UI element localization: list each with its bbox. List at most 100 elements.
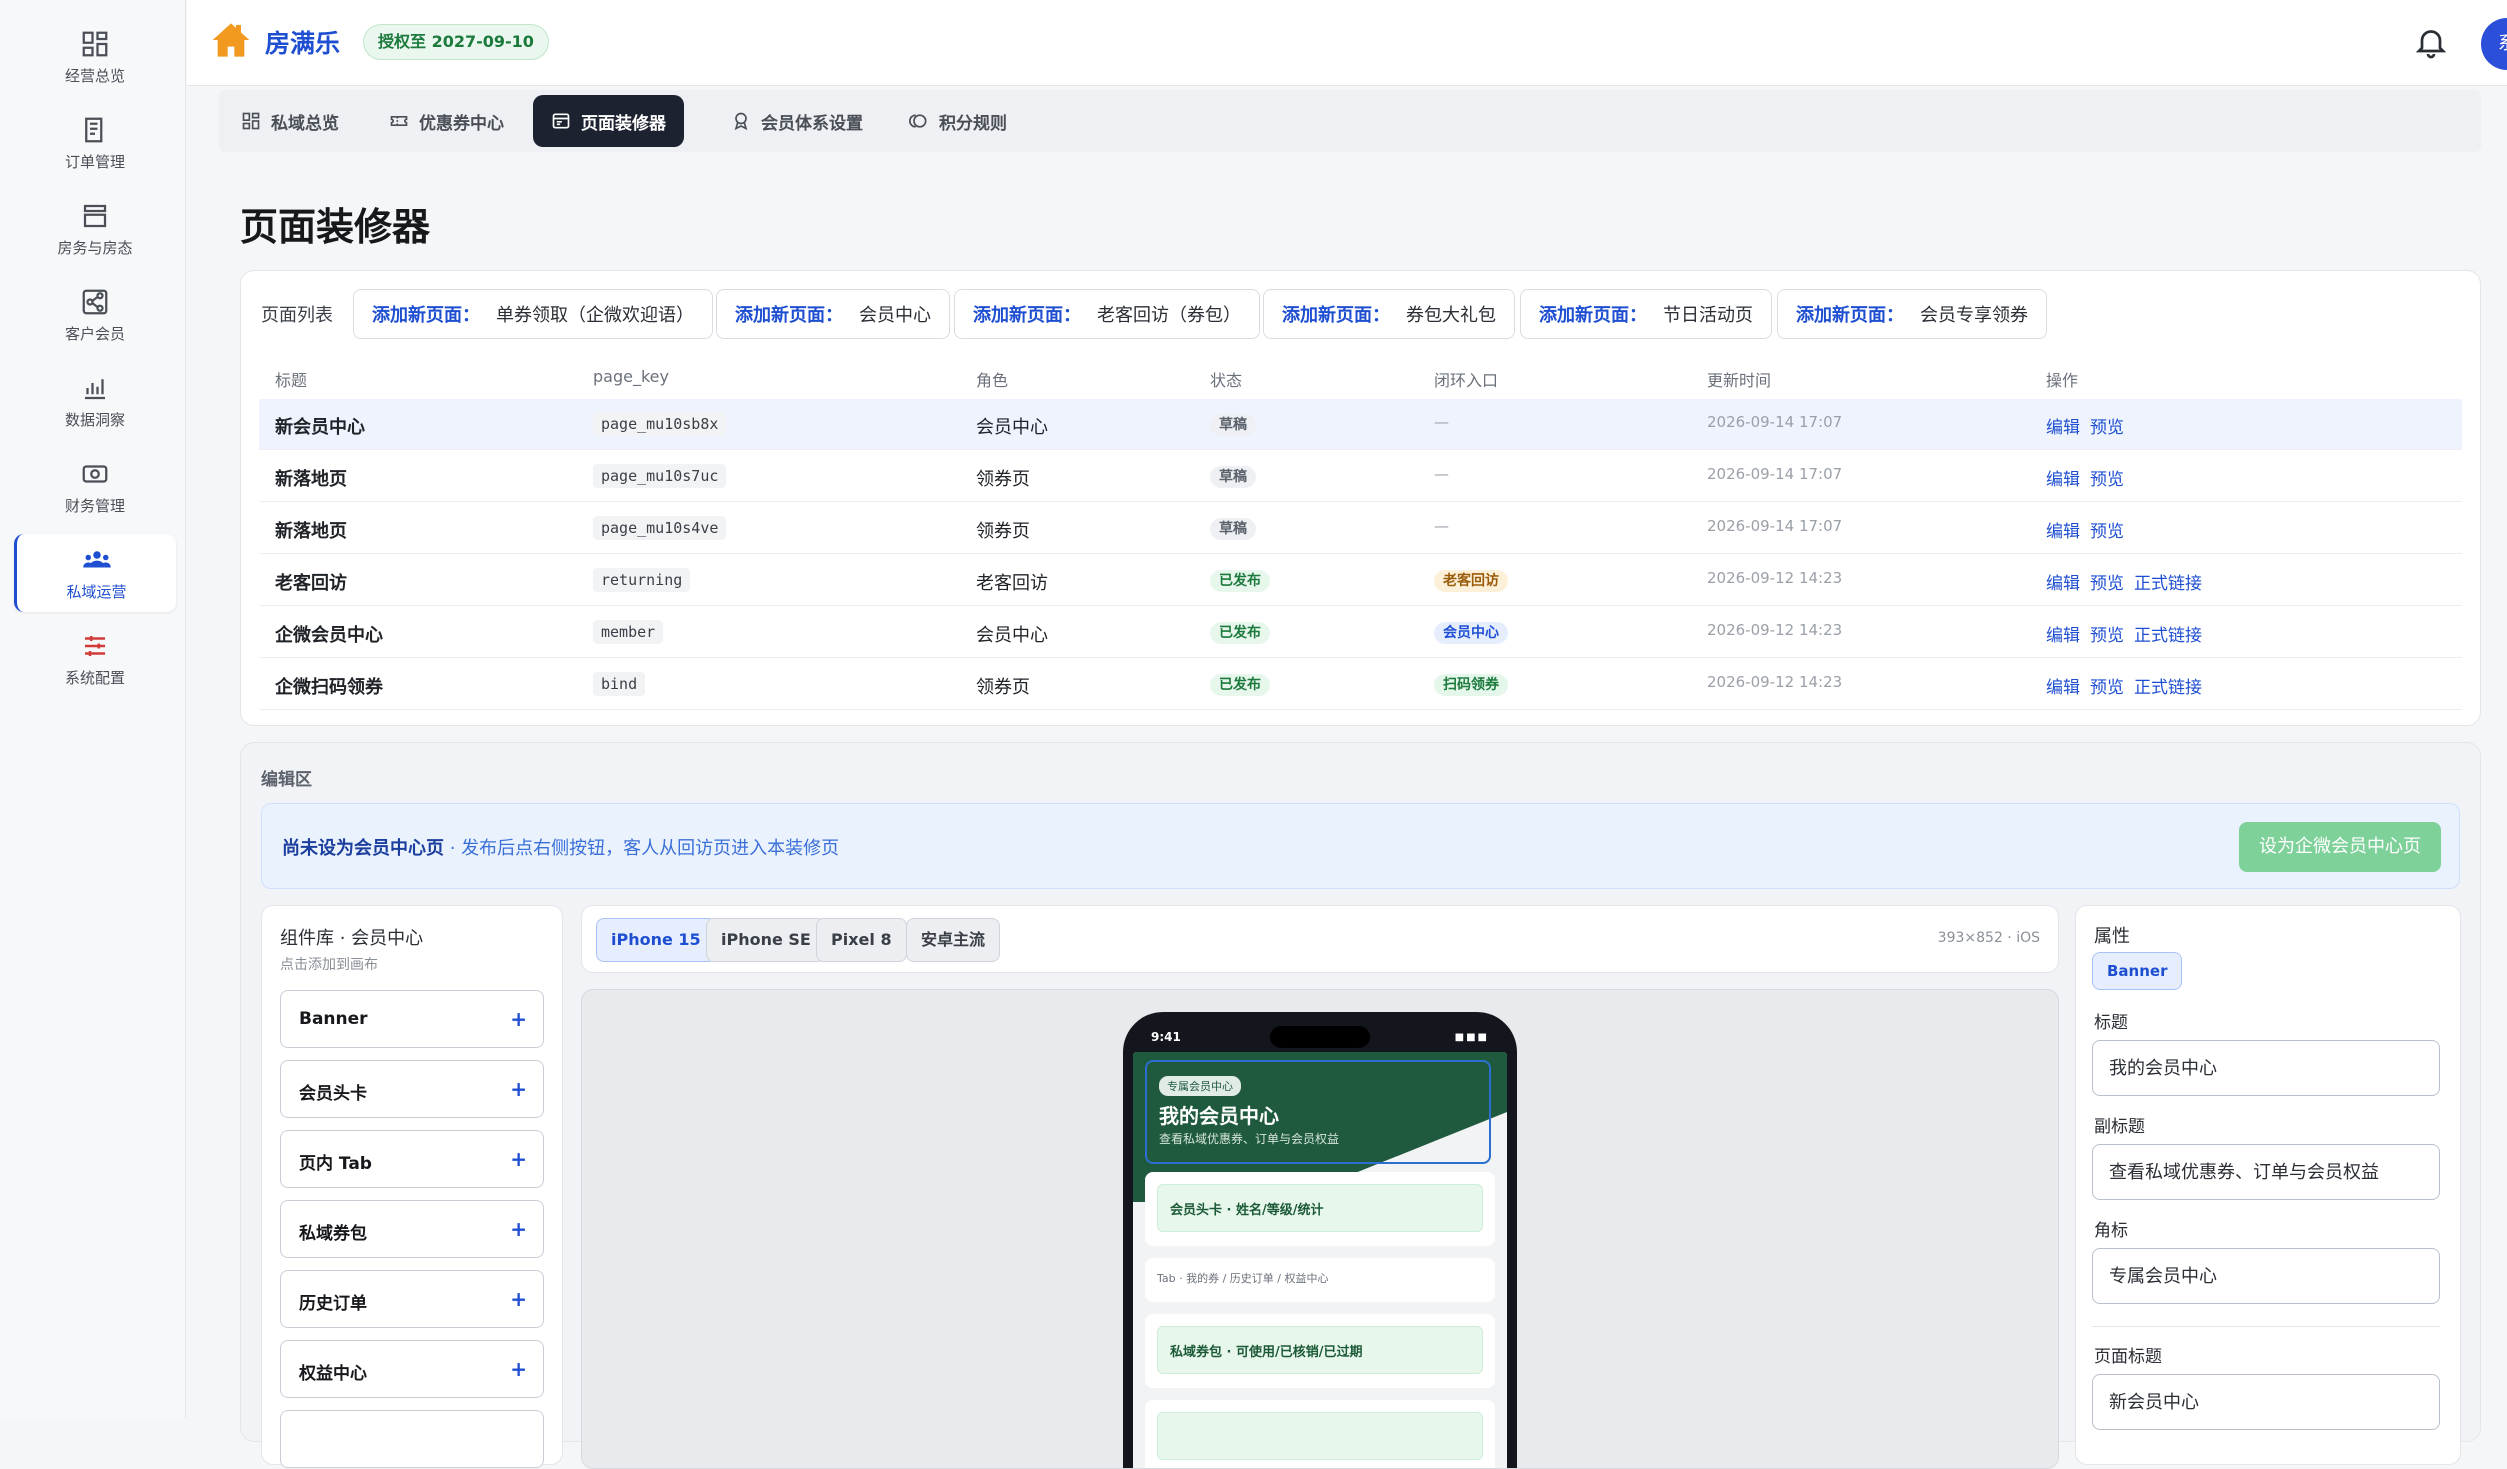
avatar[interactable]: 系: [2481, 18, 2507, 70]
page-title-input[interactable]: 新会员中心: [2092, 1374, 2440, 1430]
tab-member-system[interactable]: 会员体系设置: [713, 95, 881, 147]
preview-link[interactable]: 预览: [2090, 574, 2124, 594]
coupon-pack-block[interactable]: 私域券包 · 可使用/已核销/已过期: [1145, 1314, 1495, 1388]
left-rail: 经营总览 订单管理 房务与房态 客户会员 数据洞察 财务管理 私域运营 系统配置: [0, 0, 186, 1418]
row-time: 2026-09-12 14:23: [1707, 569, 1843, 587]
preview-link[interactable]: 预览: [2090, 522, 2124, 542]
next-block-inner: [1157, 1412, 1483, 1460]
tab-coupon-center[interactable]: 优惠券中心: [371, 95, 522, 147]
official-link[interactable]: 正式链接: [2134, 574, 2202, 594]
row-page-key: page_mu10s4ve: [593, 516, 727, 540]
rail-item-customers[interactable]: 客户会员: [14, 276, 176, 354]
subtitle-input[interactable]: 查看私域优惠券、订单与会员权益: [2092, 1144, 2440, 1200]
edit-link[interactable]: 编辑: [2046, 470, 2080, 490]
plus-icon[interactable]: +: [510, 1077, 527, 1101]
table-row[interactable]: 老客回访 returning 老客回访 已发布 老客回访 2026-09-12 …: [259, 555, 2462, 606]
table-row[interactable]: 新落地页 page_mu10s4ve 领券页 草稿 — 2026-09-14 1…: [259, 503, 2462, 554]
official-link[interactable]: 正式链接: [2134, 626, 2202, 646]
add-page-button[interactable]: 添加新页面： 节日活动页: [1520, 289, 1772, 339]
status-badge: 已发布: [1210, 622, 1270, 644]
page-list-label: 页面列表: [261, 305, 333, 326]
preview-link[interactable]: 预览: [2090, 678, 2124, 698]
corner-input[interactable]: 专属会员中心: [2092, 1248, 2440, 1304]
preview-link[interactable]: 预览: [2090, 418, 2124, 438]
rail-item-private-ops[interactable]: 私域运营: [14, 534, 176, 612]
license-badge: 授权至 2027-09-10: [363, 24, 549, 60]
tab-label: 私域总览: [271, 113, 339, 134]
plus-icon[interactable]: +: [510, 1147, 527, 1171]
set-member-center-button[interactable]: 设为企微会员中心页: [2239, 822, 2441, 872]
edit-link[interactable]: 编辑: [2046, 574, 2080, 594]
add-page-key: 添加新页面：: [372, 305, 480, 326]
money-icon: [82, 464, 108, 483]
bell-icon[interactable]: [2413, 24, 2449, 60]
title-input[interactable]: 我的会员中心: [2092, 1040, 2440, 1096]
status-badge: 草稿: [1210, 518, 1256, 540]
rail-label: 数据洞察: [64, 410, 125, 429]
component-item[interactable]: 会员头卡 +: [280, 1060, 544, 1118]
room-icon: [83, 204, 107, 227]
table-row[interactable]: 新落地页 page_mu10s7uc 领券页 草稿 — 2026-09-14 1…: [259, 451, 2462, 502]
device-android[interactable]: 安卓主流: [906, 918, 1001, 962]
component-item[interactable]: 私域券包 +: [280, 1200, 544, 1258]
plus-icon[interactable]: +: [510, 1357, 527, 1381]
tab-points-rules[interactable]: 积分规则: [891, 95, 1025, 147]
add-page-key: 添加新页面：: [1796, 305, 1904, 326]
member-card-block[interactable]: 会员头卡 · 姓名/等级/统计: [1145, 1172, 1495, 1246]
add-page-key: 添加新页面：: [1539, 305, 1647, 326]
tab-block[interactable]: Tab · 我的券 / 历史订单 / 权益中心: [1145, 1258, 1495, 1302]
device-iphone-15[interactable]: iPhone 15: [596, 918, 716, 962]
add-page-button[interactable]: 添加新页面： 券包大礼包: [1263, 289, 1515, 339]
add-page-button[interactable]: 添加新页面： 会员中心: [716, 289, 950, 339]
device-iphone-se[interactable]: iPhone SE: [706, 918, 826, 962]
coin-icon: [909, 114, 927, 128]
edit-link[interactable]: 编辑: [2046, 678, 2080, 698]
edit-link[interactable]: 编辑: [2046, 418, 2080, 438]
preview-link[interactable]: 预览: [2090, 626, 2124, 646]
tab-private-overview[interactable]: 私域总览: [223, 95, 357, 147]
next-block[interactable]: [1145, 1400, 1495, 1468]
add-page-button[interactable]: 添加新页面： 会员专享领券: [1777, 289, 2047, 339]
plus-icon[interactable]: +: [510, 1007, 527, 1031]
edit-link[interactable]: 编辑: [2046, 626, 2080, 646]
rail-item-overview[interactable]: 经营总览: [14, 18, 176, 96]
official-link[interactable]: 正式链接: [2134, 678, 2202, 698]
plus-icon[interactable]: +: [510, 1287, 527, 1311]
phone-screen: 专属会员中心 我的会员中心 查看私域优惠券、订单与会员权益 会员头卡 · 姓名/…: [1133, 1052, 1507, 1468]
entry-badge: 扫码领券: [1434, 674, 1508, 696]
phone-notch: [1270, 1026, 1370, 1048]
tab-page-builder[interactable]: 页面装修器: [533, 95, 684, 147]
sub-tab-bar: 私域总览 优惠券中心 页面装修器 会员体系设置 积分规则: [219, 90, 2481, 152]
component-item[interactable]: 页内 Tab +: [280, 1130, 544, 1188]
plus-icon[interactable]: +: [510, 1217, 527, 1241]
tab-label: 会员体系设置: [761, 113, 863, 134]
column-header: 角色: [976, 371, 1009, 390]
row-time: 2026-09-14 17:07: [1707, 517, 1843, 535]
component-item[interactable]: [280, 1410, 544, 1468]
edit-link[interactable]: 编辑: [2046, 522, 2080, 542]
status-badge: 草稿: [1210, 466, 1256, 488]
component-item[interactable]: 历史订单 +: [280, 1270, 544, 1328]
rail-item-orders[interactable]: 订单管理: [14, 104, 176, 182]
rail-item-finance[interactable]: 财务管理: [14, 448, 176, 526]
table-row[interactable]: 企微会员中心 member 会员中心 已发布 会员中心 2026-09-12 1…: [259, 607, 2462, 658]
rail-label: 私域运营: [66, 582, 127, 601]
table-row[interactable]: 企微扫码领券 bind 领券页 已发布 扫码领券 2026-09-12 14:2…: [259, 659, 2462, 710]
layout-icon: [552, 113, 570, 129]
component-item[interactable]: Banner +: [280, 990, 544, 1048]
rail-item-rooms[interactable]: 房务与房态: [14, 190, 176, 268]
preview-link[interactable]: 预览: [2090, 470, 2124, 490]
dashboard-icon: [82, 31, 108, 56]
banner-subtitle: 查看私域优惠券、订单与会员权益: [1159, 1132, 1340, 1146]
component-item[interactable]: 权益中心 +: [280, 1340, 544, 1398]
add-page-button[interactable]: 添加新页面： 老客回访（券包）: [954, 289, 1260, 339]
rail-item-settings[interactable]: 系统配置: [14, 620, 176, 698]
add-page-button[interactable]: 添加新页面： 单券领取（企微欢迎语）: [353, 289, 713, 339]
selected-component-chip: Banner: [2092, 952, 2183, 990]
divider: [2092, 1326, 2440, 1327]
field-label: 副标题: [2094, 1117, 2145, 1137]
rail-item-insights[interactable]: 数据洞察: [14, 362, 176, 440]
device-pixel-8[interactable]: Pixel 8: [816, 918, 907, 962]
table-row[interactable]: 新会员中心 page_mu10sb8x 会员中心 草稿 — 2026-09-14…: [259, 399, 2462, 450]
row-title: 新落地页: [275, 521, 347, 542]
